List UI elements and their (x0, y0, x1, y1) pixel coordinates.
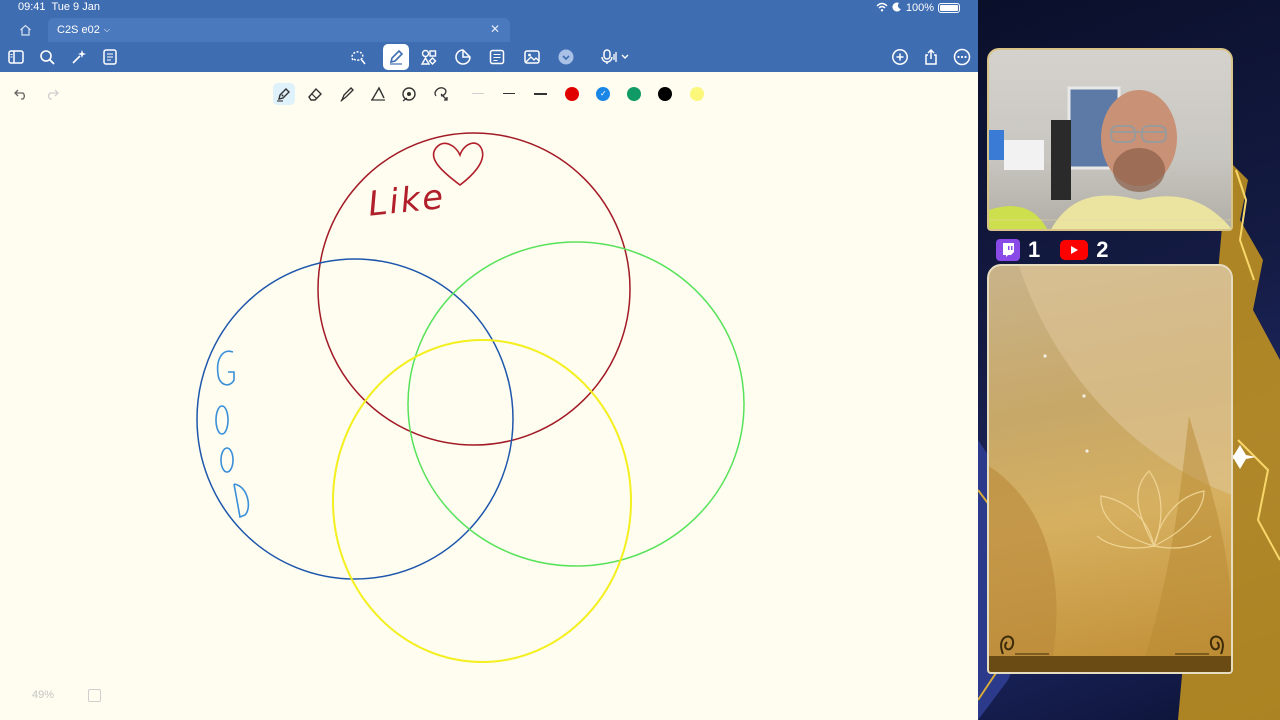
highlighter-tool[interactable] (336, 83, 358, 105)
webcam-feed (987, 48, 1233, 231)
textbox-icon (489, 49, 505, 65)
eraser-icon (308, 87, 322, 101)
shapes-icon (420, 49, 437, 65)
add-icon (892, 49, 908, 65)
eraser-tool[interactable] (304, 83, 326, 105)
home-icon (19, 24, 31, 36)
stream-overlay: 1 2 (978, 0, 1280, 720)
twitch-icon (996, 239, 1020, 261)
twitch-count: 1 (1028, 237, 1041, 262)
share-button[interactable] (920, 46, 942, 68)
microphone-icon (601, 49, 629, 64)
status-date: Tue 9 Jan (51, 1, 100, 13)
stroke-thin[interactable] (472, 93, 484, 94)
lasso-icon (351, 51, 366, 65)
image-button[interactable] (521, 46, 543, 68)
sidebar-button[interactable] (5, 46, 27, 68)
chat-panel (987, 264, 1233, 674)
chevron-down-circle-icon (558, 49, 574, 65)
more-tools-button[interactable] (555, 46, 577, 68)
more-button[interactable] (951, 46, 973, 68)
lasso-button[interactable] (347, 46, 369, 68)
share-icon (925, 48, 937, 65)
pen-icon (389, 49, 404, 65)
search-button[interactable] (36, 46, 58, 68)
laser-pointer-icon (402, 87, 416, 102)
app-header: 09:41 Tue 9 Jan 100% C2S e02 ⌵ ✕ (0, 0, 978, 72)
battery-icon (938, 3, 960, 13)
youtube-count: 2 (1096, 237, 1109, 262)
stickers-button[interactable] (452, 46, 474, 68)
add-page-button[interactable] (889, 46, 911, 68)
webcam-person (989, 86, 1231, 229)
zoom-level[interactable]: 49% (8, 684, 78, 706)
laser-pointer-tool[interactable] (398, 83, 420, 105)
stickers-icon (455, 49, 471, 65)
close-tab-icon[interactable]: ✕ (490, 22, 500, 36)
wifi-icon (876, 2, 888, 15)
color-blue-swatch[interactable]: ✓ (596, 87, 610, 101)
color-red-swatch[interactable] (565, 87, 579, 101)
notes-icon (103, 49, 117, 65)
draw-button[interactable] (383, 44, 409, 70)
main-toolbar (0, 42, 978, 72)
more-icon (953, 48, 971, 66)
shape-pen-icon (371, 86, 385, 101)
page-view-toggle[interactable] (88, 689, 101, 702)
color-yellow-swatch[interactable] (690, 87, 704, 101)
audio-record-button[interactable] (596, 46, 632, 68)
lotus-art (989, 266, 1231, 672)
lasso-select-tool[interactable] (430, 83, 452, 105)
document-title: C2S e02 (57, 24, 100, 36)
color-black-swatch[interactable] (658, 87, 672, 101)
image-icon (524, 50, 540, 64)
status-time: 09:41 (18, 1, 46, 13)
stroke-thick[interactable] (534, 93, 547, 95)
status-left: 09:41 Tue 9 Jan (18, 1, 100, 15)
fountain-pen-tool[interactable] (273, 83, 295, 105)
sidebar-icon (8, 50, 24, 64)
shapes-button[interactable] (418, 46, 440, 68)
tab-bar: C2S e02 ⌵ ✕ (0, 18, 978, 42)
textbox-button[interactable] (486, 46, 508, 68)
fountain-pen-icon (277, 88, 290, 102)
color-green-swatch[interactable] (627, 87, 641, 101)
highlighter-icon (340, 87, 354, 103)
notes-app: 09:41 Tue 9 Jan 100% C2S e02 ⌵ ✕ ✓ 49% L… (0, 0, 978, 720)
document-tab[interactable]: C2S e02 ⌵ ✕ (48, 18, 510, 42)
home-tab[interactable] (8, 18, 42, 42)
stroke-medium[interactable] (503, 93, 515, 94)
pen-toolbar (0, 80, 978, 108)
status-right: 100% (876, 1, 960, 15)
chevron-down-icon[interactable]: ⌵ (104, 25, 110, 35)
shape-pen-tool[interactable] (367, 83, 389, 105)
ai-assist-button[interactable] (68, 46, 90, 68)
checkmark-icon: ✓ (600, 89, 607, 98)
drawing-canvas[interactable] (0, 72, 978, 720)
youtube-icon (1060, 240, 1089, 260)
search-icon (40, 50, 55, 65)
lasso-select-icon (434, 87, 448, 101)
battery-percent: 100% (905, 2, 934, 14)
moon-icon (892, 2, 902, 15)
notes-button[interactable] (99, 46, 121, 68)
viewer-counts: 1 2 (996, 236, 1109, 264)
ai-sparkle-icon (72, 50, 86, 64)
chat-footer (989, 656, 1231, 672)
